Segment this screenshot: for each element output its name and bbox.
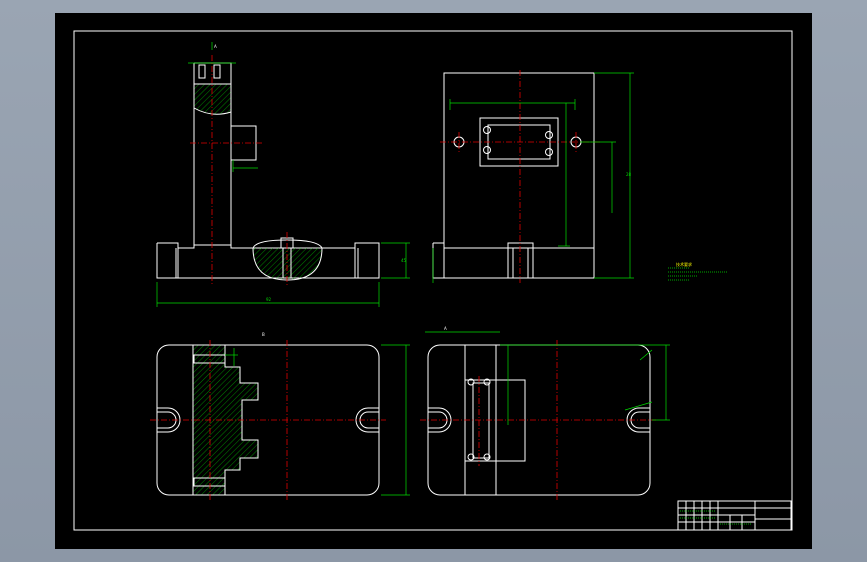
top-view: A [420,326,670,500]
view-label-front: A [214,44,217,49]
tech-title: 技术要求 [676,261,692,267]
side-view: 28 [432,70,634,283]
section-label: B [262,332,265,337]
drawing-canvas: 92 45 A 28 技术要求 B A [73,30,793,531]
front-view: 92 45 A [156,42,410,307]
dim-side-label: 28 [626,172,632,177]
dim-height-label: 45 [401,258,407,263]
drawing-sheet: 92 45 A 28 技术要求 B A [55,13,812,549]
view-label-bottom: A [444,326,447,331]
cad-viewport[interactable]: 92 45 A 28 技术要求 B A [0,0,867,562]
dim-overall-label: 92 [266,297,272,302]
title-block [677,500,792,531]
technical-notes: 技术要求 [668,261,728,281]
section-view: B [150,332,410,500]
